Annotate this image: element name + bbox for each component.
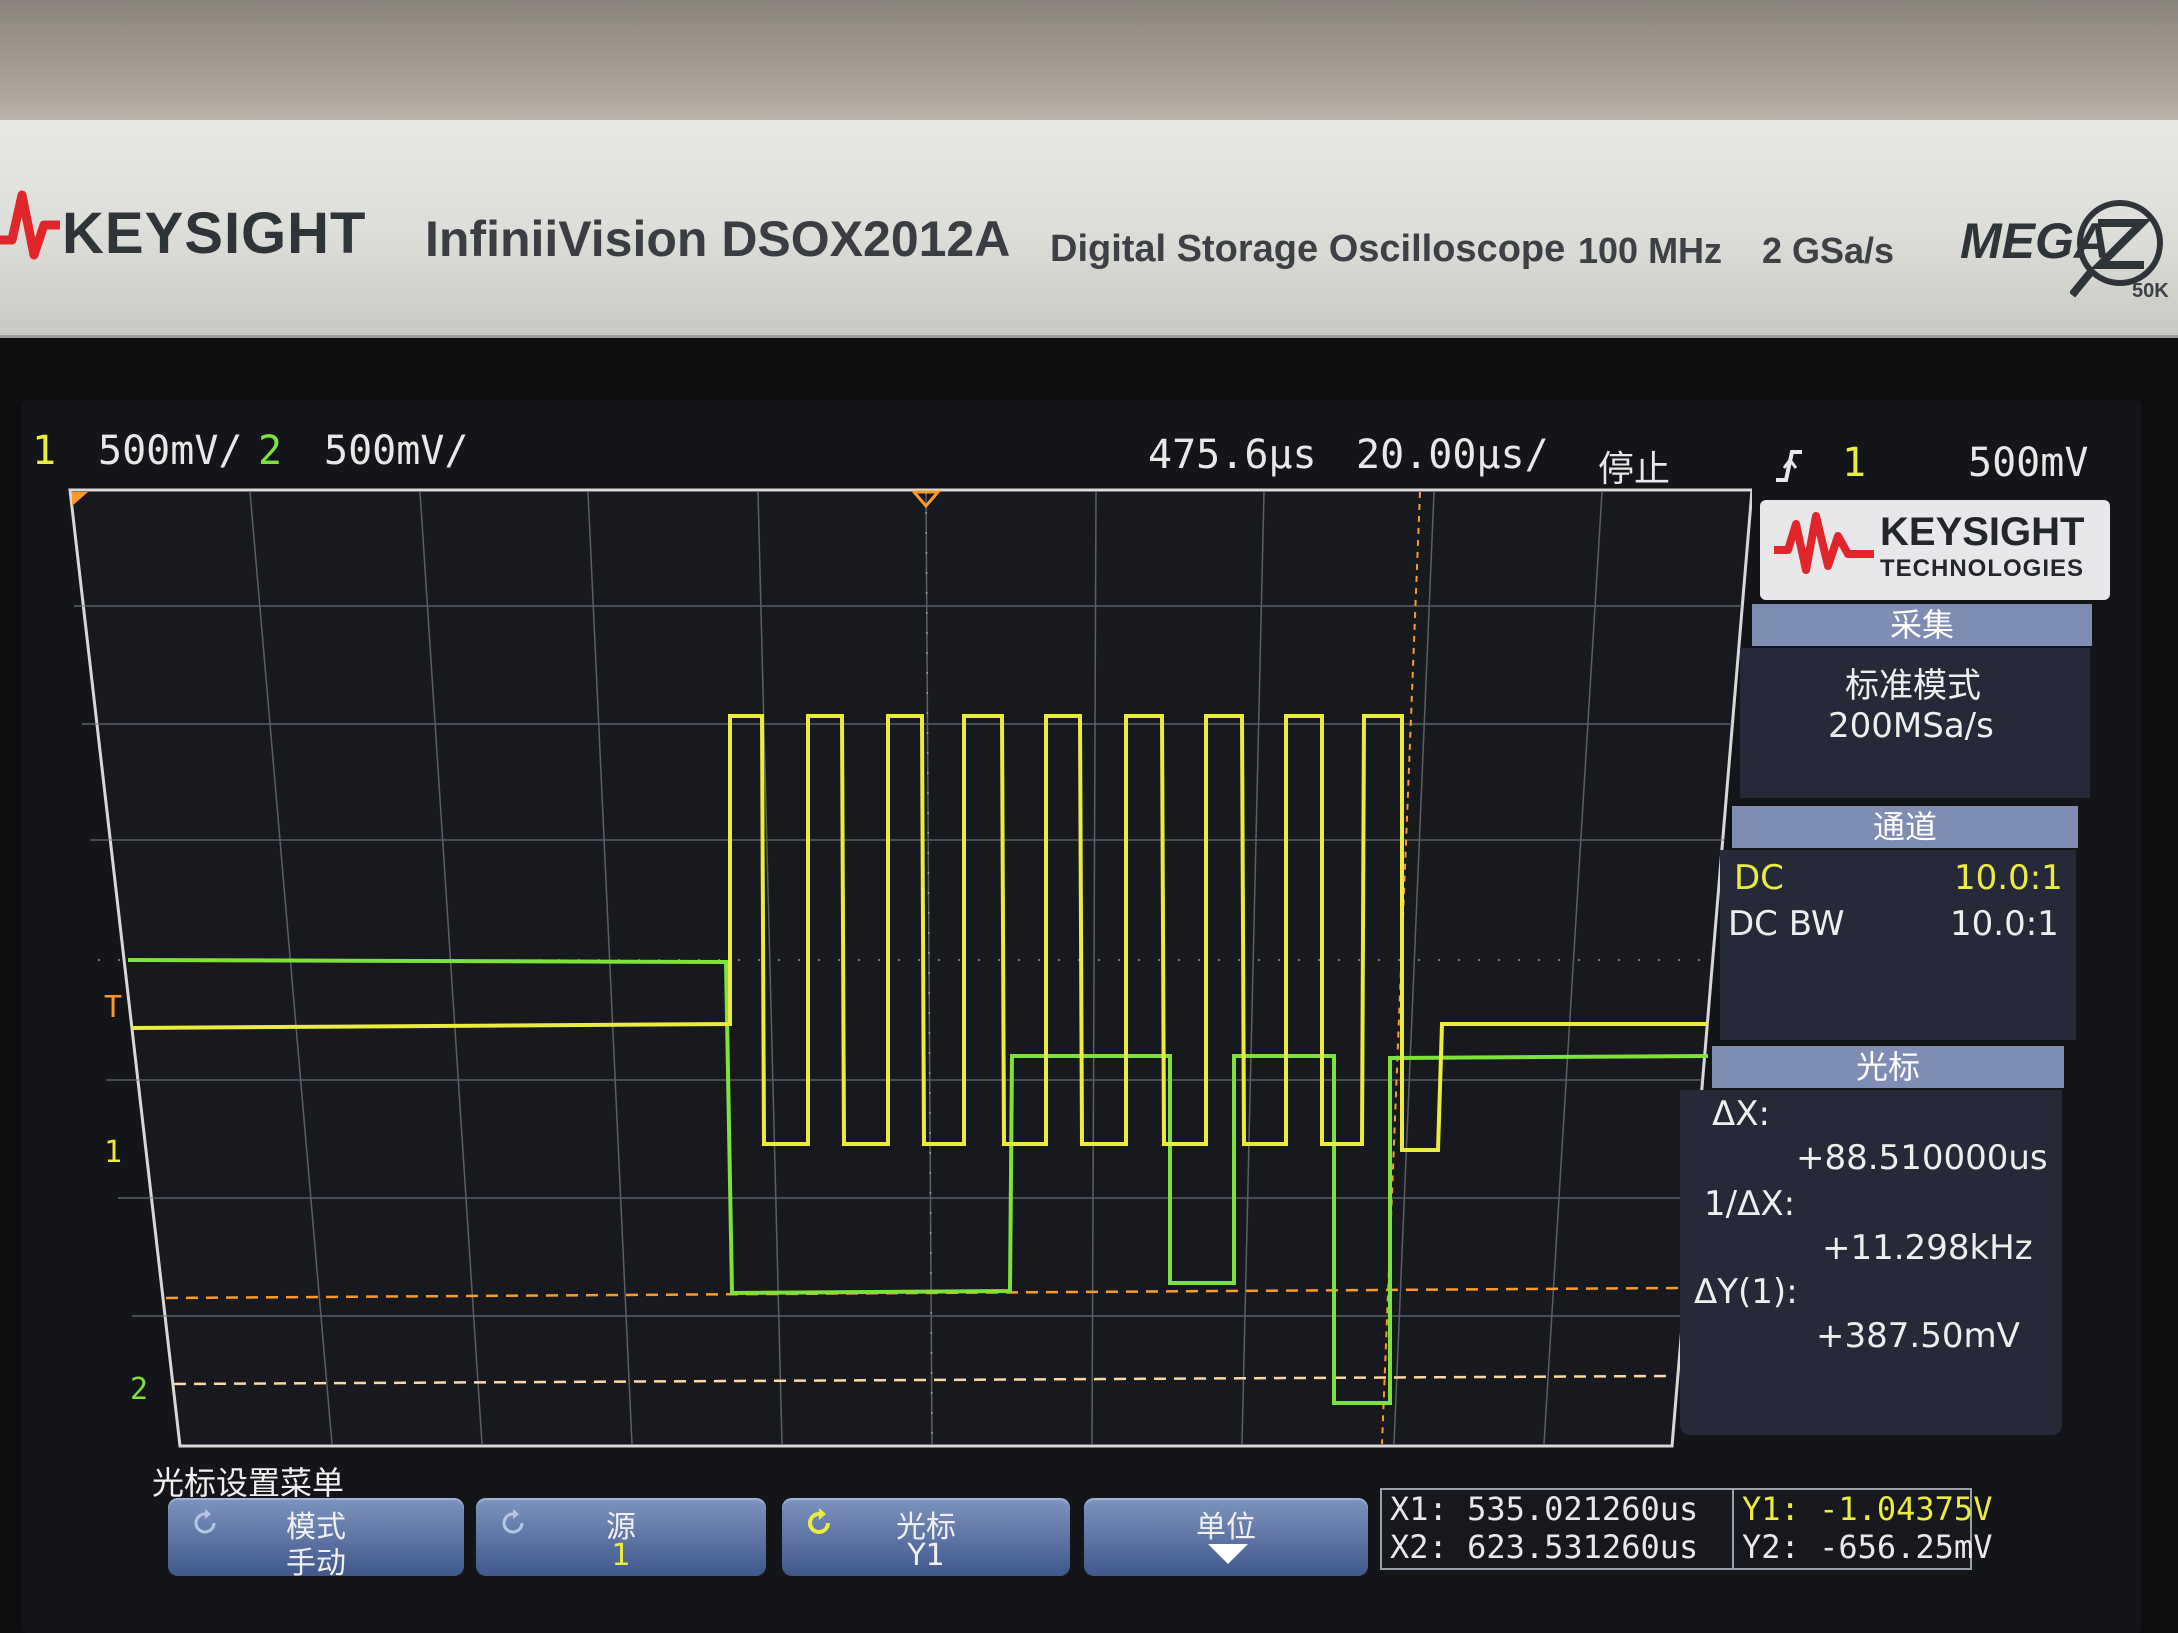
x1-readout: X1: 535.021260us (1390, 1490, 1699, 1528)
mode-softkey[interactable]: 模式 手动 (168, 1498, 464, 1581)
sample-rate-label: 2 GSa/s (1762, 230, 1895, 271)
ch1-scale: 500mV/ (98, 428, 243, 474)
ch2-coupling: DC BW (1728, 904, 1845, 944)
inverse-delta-x-value: +11.298kHz (1822, 1228, 2033, 1268)
ch2-probe: 10.0:1 (1950, 904, 2059, 944)
source-softkey-value: 1 (611, 1538, 631, 1573)
horizontal-delay: 475.6µs (1148, 432, 1317, 478)
acquisition-header: 采集 (1752, 604, 2092, 646)
trigger-source: 1 (1842, 440, 1867, 486)
panel-logo-sub: TECHNOLOGIES (1880, 555, 2085, 582)
trigger-level-marker: T (104, 990, 123, 1025)
acquisition-rate: 200MSa/s (1828, 706, 1994, 746)
delta-y-value: +387.50mV (1816, 1316, 2020, 1356)
ch2-ground-marker: 2 (130, 1372, 149, 1407)
ch1-ground-marker: 1 (104, 1135, 123, 1170)
waveform-display (62, 488, 1752, 1448)
timebase-scale: 20.00µs/ (1356, 432, 1549, 478)
y1-readout: Y1: -1.04375V (1742, 1490, 1993, 1528)
y-cursor-readout: Y1: -1.04375V Y2: -656.25mV (1732, 1488, 1992, 1570)
arrow-down-icon (1208, 1544, 1248, 1564)
source-softkey[interactable]: 源 1 (476, 1498, 766, 1576)
cursor-softkey-value: Y1 (907, 1538, 945, 1573)
keysight-wave-logo-icon (1774, 512, 1874, 574)
ch2-scale: 500mV/ (324, 428, 469, 474)
graticule (68, 488, 1752, 1448)
mode-softkey-value: 手动 (286, 1546, 346, 1581)
channel-header: 通道 (1732, 806, 2078, 848)
ch1-coupling: DC (1734, 858, 1784, 898)
ch1-number: 1 (32, 428, 57, 474)
product-description: Digital Storage Oscilloscope (1050, 228, 1566, 270)
background-wall (0, 0, 2178, 120)
panel-logo-name: KEYSIGHT (1880, 510, 2085, 554)
bandwidth-label: 100 MHz (1578, 230, 1723, 271)
delta-y-label: ΔY(1): (1694, 1272, 1798, 1312)
delta-x-value: +88.510000us (1796, 1138, 2048, 1178)
delta-x-label: ΔX: (1712, 1094, 1771, 1134)
cursor-softkey[interactable]: 光标 Y1 (782, 1498, 1070, 1576)
x2-readout: X2: 623.531260us (1390, 1528, 1699, 1566)
ch1-probe: 10.0:1 (1954, 858, 2063, 898)
trigger-edge-icon (1776, 450, 1802, 482)
x-cursor-readout: X1: 535.021260us X2: 623.531260us (1380, 1488, 1734, 1570)
units-softkey[interactable]: 单位 (1084, 1498, 1368, 1576)
mega-zoom-sub: 50K (2132, 280, 2169, 302)
run-state: 停止 (1598, 449, 1671, 490)
model-name: InfiniiVision DSOX2012A (425, 211, 1011, 267)
keysight-logo-icon (0, 190, 60, 260)
y2-readout: Y2: -656.25mV (1742, 1528, 1993, 1566)
brand-name: KEYSIGHT (62, 201, 367, 266)
trigger-level: 500mV (1968, 440, 2089, 486)
ch2-number: 2 (258, 428, 283, 474)
inverse-delta-x-label: 1/ΔX: (1704, 1184, 1796, 1224)
acquisition-mode: 标准模式 (1845, 666, 1981, 706)
cursor-header: 光标 (1712, 1046, 2064, 1088)
